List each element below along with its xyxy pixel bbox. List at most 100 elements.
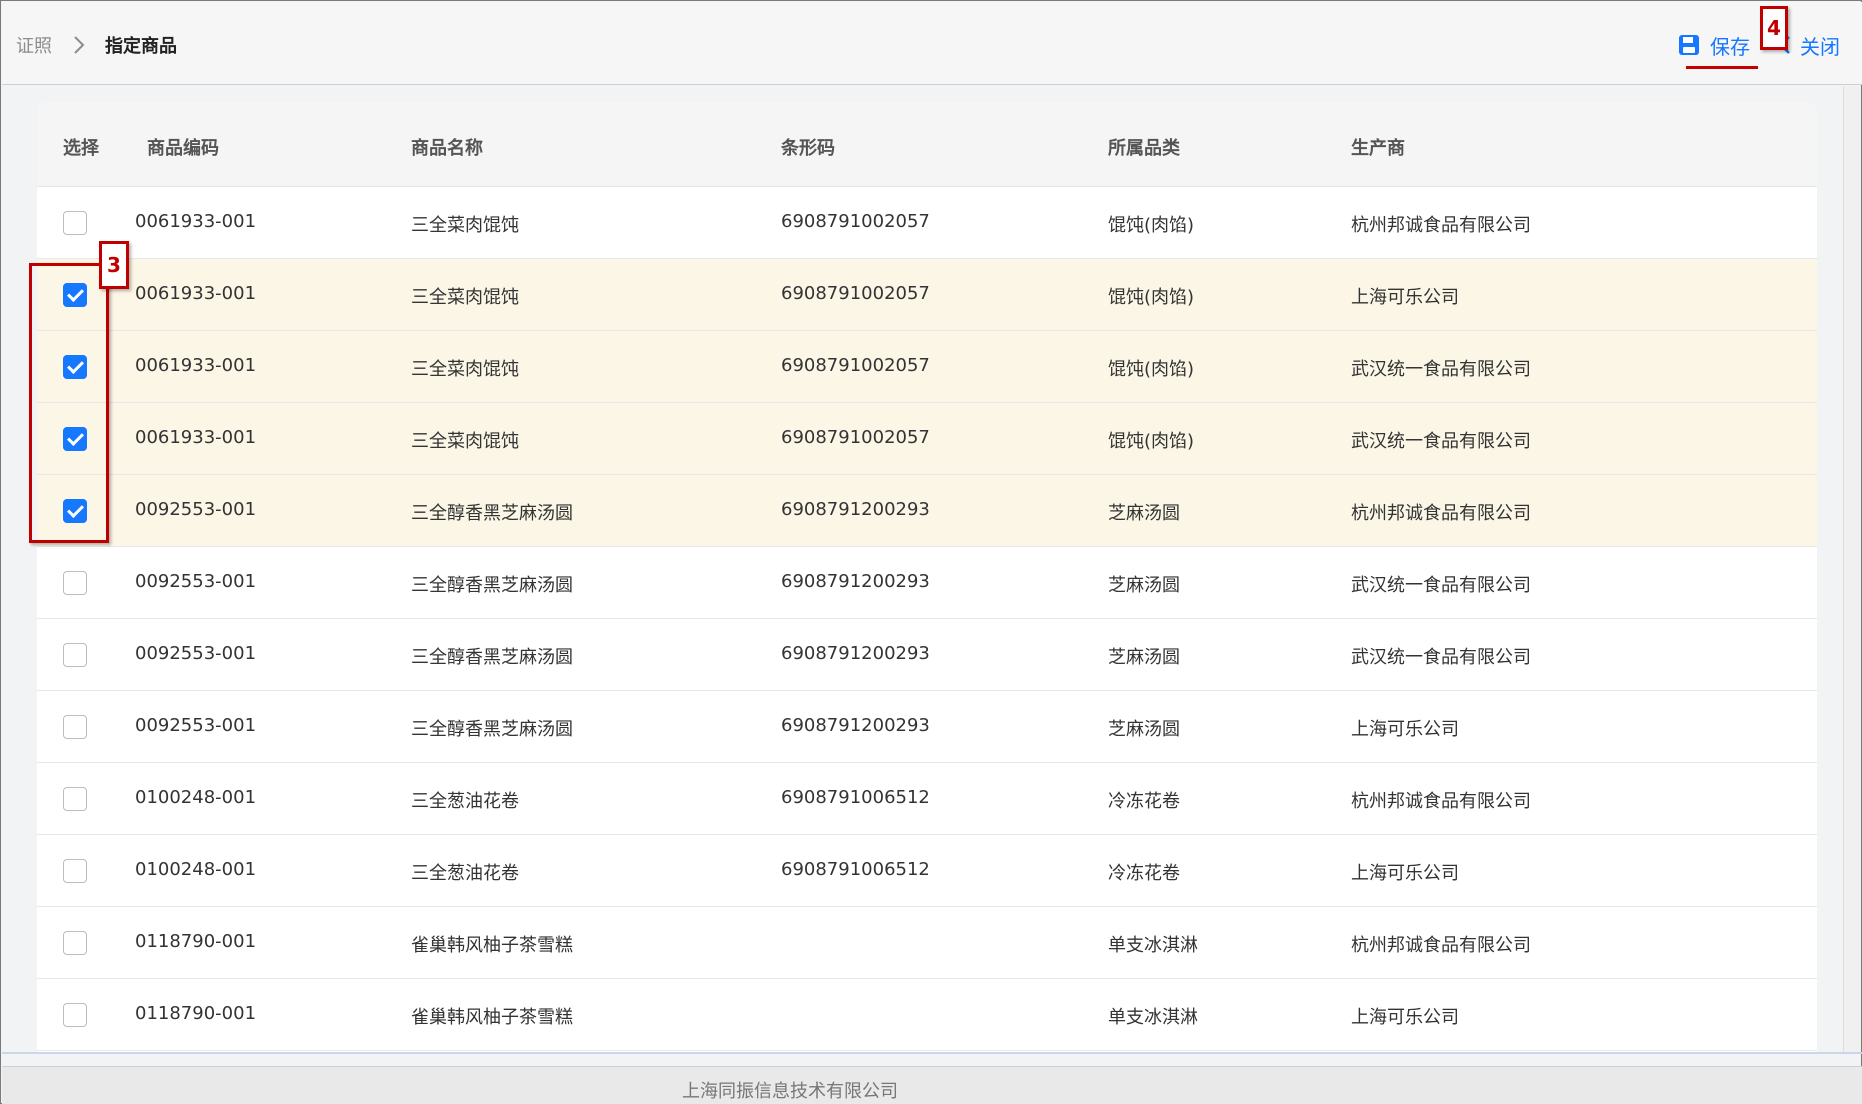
cell-name: 三全醇香黑芝麻汤圆 <box>411 575 573 596</box>
cell-barcode: 6908791200293 <box>781 499 930 520</box>
breadcrumb-current: 指定商品 <box>105 36 177 57</box>
cell-code: 0092553-001 <box>135 571 257 592</box>
cell-category: 馄饨(肉馅) <box>1108 431 1195 452</box>
save-icon <box>1679 35 1699 55</box>
row-checkbox[interactable] <box>63 355 87 379</box>
cell-code: 0118790-001 <box>135 931 257 952</box>
table-row[interactable]: 0092553-001 三全醇香黑芝麻汤圆 6908791200293 芝麻汤圆 武汉统… <box>37 619 1817 691</box>
cell-code: 0092553-001 <box>135 715 257 736</box>
cell-category: 冷冻花卷 <box>1108 791 1180 812</box>
row-checkbox[interactable] <box>63 643 87 667</box>
cell-barcode: 6908791200293 <box>781 571 930 592</box>
row-checkbox[interactable] <box>63 283 87 307</box>
cell-barcode: 6908791002057 <box>781 283 930 304</box>
cell-category: 单支冰淇淋 <box>1108 935 1198 956</box>
table-row[interactable]: 0061933-001 三全菜肉馄饨 6908791002057 馄饨(肉馅) 上海可乐… <box>37 259 1817 331</box>
table-row[interactable]: 0100248-001 三全葱油花卷 6908791006512 冷冻花卷 杭州邦诚食品… <box>37 763 1817 835</box>
cell-name: 三全醇香黑芝麻汤圆 <box>411 503 573 524</box>
row-checkbox[interactable] <box>63 931 87 955</box>
cell-code: 0061933-001 <box>135 211 257 232</box>
divider <box>2 1052 1862 1054</box>
cell-code: 0061933-001 <box>135 427 257 448</box>
cell-barcode: 6908791006512 <box>781 859 930 880</box>
breadcrumb-root[interactable]: 证照 <box>16 32 52 58</box>
cell-maker: 武汉统一食品有限公司 <box>1351 647 1531 668</box>
table-row[interactable]: 0061933-001 三全菜肉馄饨 6908791002057 馄饨(肉馅) 杭州邦诚… <box>37 187 1817 259</box>
close-label: 关闭 <box>1800 34 1840 59</box>
cell-name: 三全菜肉馄饨 <box>411 287 519 308</box>
cell-barcode: 6908791006512 <box>781 787 930 808</box>
save-highlight-underline <box>1686 66 1758 69</box>
cell-name: 三全菜肉馄饨 <box>411 431 519 452</box>
header-code: 商品编码 <box>147 138 219 159</box>
cell-maker: 上海可乐公司 <box>1351 863 1459 884</box>
header-bar: 证照 指定商品 保存 关闭 4 <box>2 2 1862 85</box>
chevron-right-icon <box>74 36 85 54</box>
cell-maker: 武汉统一食品有限公司 <box>1351 359 1531 380</box>
row-checkbox[interactable] <box>63 211 87 235</box>
cell-maker: 杭州邦诚食品有限公司 <box>1351 215 1531 236</box>
cell-barcode: 6908791002057 <box>781 427 930 448</box>
footer-company: 上海同振信息技术有限公司 <box>682 1081 898 1102</box>
cell-category: 冷冻花卷 <box>1108 863 1180 884</box>
cell-maker: 杭州邦诚食品有限公司 <box>1351 503 1531 524</box>
row-checkbox[interactable] <box>63 859 87 883</box>
cell-code: 0092553-001 <box>135 643 257 664</box>
header-barcode: 条形码 <box>781 138 835 159</box>
table-row[interactable]: 0092553-001 三全醇香黑芝麻汤圆 6908791200293 芝麻汤圆 杭州邦… <box>37 475 1817 547</box>
cell-code: 0118790-001 <box>135 1003 257 1024</box>
row-checkbox[interactable] <box>63 571 87 595</box>
table-row[interactable]: 0118790-001 雀巢韩风柚子茶雪糕 单支冰淇淋 杭州邦诚食品有限公司 <box>37 907 1817 979</box>
table-header: 选择 商品编码 商品名称 条形码 所属品类 生产商 <box>37 102 1817 187</box>
cell-code: 0061933-001 <box>135 355 257 376</box>
product-table: 选择 商品编码 商品名称 条形码 所属品类 生产商 0061933-001 三全菜… <box>37 102 1817 1052</box>
cell-category: 馄饨(肉馅) <box>1108 215 1195 236</box>
callout-step-4: 4 <box>1760 6 1788 50</box>
table-row[interactable]: 0092553-001 三全醇香黑芝麻汤圆 6908791200293 芝麻汤圆 上海可… <box>37 691 1817 763</box>
header-name: 商品名称 <box>411 138 483 159</box>
row-checkbox[interactable] <box>63 787 87 811</box>
table-row[interactable]: 0092553-001 三全醇香黑芝麻汤圆 6908791200293 芝麻汤圆 武汉统… <box>37 547 1817 619</box>
cell-maker: 杭州邦诚食品有限公司 <box>1351 935 1531 956</box>
row-checkbox[interactable] <box>63 427 87 451</box>
save-label: 保存 <box>1710 34 1750 59</box>
cell-barcode: 6908791002057 <box>781 355 930 376</box>
row-checkbox[interactable] <box>63 499 87 523</box>
cell-barcode: 6908791200293 <box>781 643 930 664</box>
cell-maker: 武汉统一食品有限公司 <box>1351 575 1531 596</box>
cell-code: 0100248-001 <box>135 859 257 880</box>
header-category: 所属品类 <box>1108 138 1180 159</box>
cell-barcode: 6908791002057 <box>781 211 930 232</box>
cell-barcode: 6908791200293 <box>781 715 930 736</box>
app-window: 证照 指定商品 保存 关闭 4 选择 商品编码 商品名称 条形码 所属品类 生产… <box>0 0 1862 1104</box>
cell-maker: 上海可乐公司 <box>1351 719 1459 740</box>
callout-step-3: 3 <box>99 241 129 289</box>
vertical-scrollbar[interactable] <box>1843 86 1861 1052</box>
table-row[interactable]: 0118790-001 雀巢韩风柚子茶雪糕 单支冰淇淋 上海可乐公司 <box>37 979 1817 1051</box>
cell-name: 三全葱油花卷 <box>411 863 519 884</box>
cell-name: 雀巢韩风柚子茶雪糕 <box>411 935 573 956</box>
row-checkbox[interactable] <box>63 1003 87 1027</box>
cell-name: 三全醇香黑芝麻汤圆 <box>411 719 573 740</box>
header-select: 选择 <box>63 138 99 159</box>
cell-code: 0092553-001 <box>135 499 257 520</box>
table-row[interactable]: 0061933-001 三全菜肉馄饨 6908791002057 馄饨(肉馅) 武汉统一… <box>37 403 1817 475</box>
cell-code: 0100248-001 <box>135 787 257 808</box>
table-row[interactable]: 0100248-001 三全葱油花卷 6908791006512 冷冻花卷 上海可乐公司 <box>37 835 1817 907</box>
cell-category: 芝麻汤圆 <box>1108 503 1180 524</box>
cell-name: 三全葱油花卷 <box>411 791 519 812</box>
cell-category: 芝麻汤圆 <box>1108 575 1180 596</box>
header-maker: 生产商 <box>1351 138 1405 159</box>
cell-category: 芝麻汤圆 <box>1108 647 1180 668</box>
cell-category: 馄饨(肉馅) <box>1108 287 1195 308</box>
cell-maker: 杭州邦诚食品有限公司 <box>1351 791 1531 812</box>
footer: 上海同振信息技术有限公司 <box>2 1066 1862 1104</box>
cell-category: 馄饨(肉馅) <box>1108 359 1195 380</box>
save-button[interactable]: 保存 <box>1678 26 1750 64</box>
cell-name: 三全醇香黑芝麻汤圆 <box>411 647 573 668</box>
table-row[interactable]: 0061933-001 三全菜肉馄饨 6908791002057 馄饨(肉馅) 武汉统一… <box>37 331 1817 403</box>
cell-maker: 武汉统一食品有限公司 <box>1351 431 1531 452</box>
row-checkbox[interactable] <box>63 715 87 739</box>
cell-name: 三全菜肉馄饨 <box>411 359 519 380</box>
cell-category: 芝麻汤圆 <box>1108 719 1180 740</box>
